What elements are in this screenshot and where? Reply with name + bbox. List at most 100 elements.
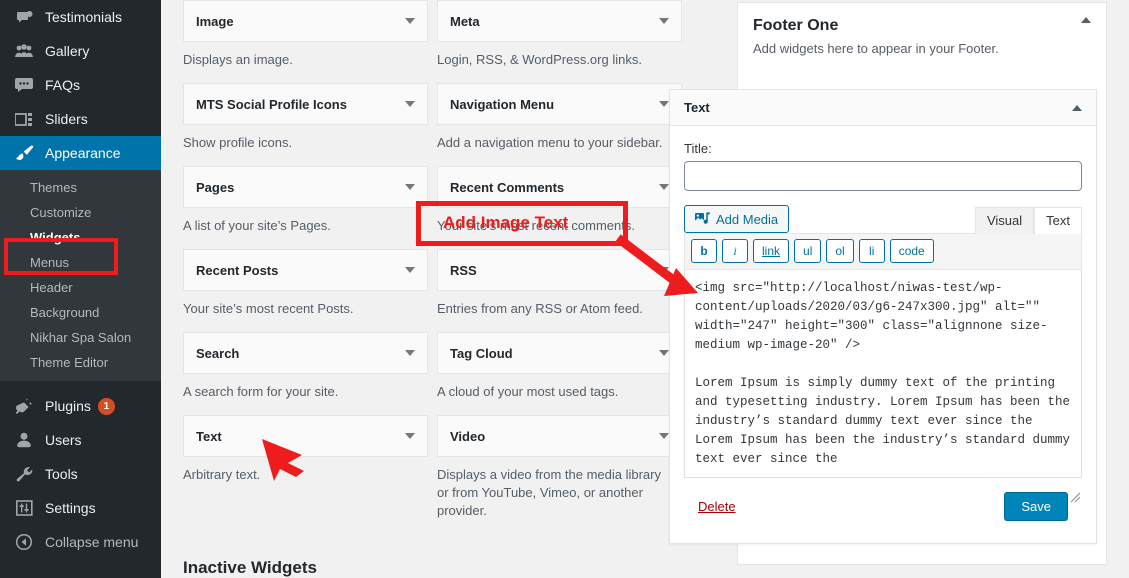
appearance-submenu: Themes Customize Widgets Menus Header Ba… (0, 170, 161, 381)
widget-card-description: Your site’s most recent comments. (437, 218, 635, 233)
submenu-item-header[interactable]: Header (0, 275, 161, 300)
tab-text[interactable]: Text (1034, 207, 1082, 234)
chevron-down-icon[interactable] (659, 184, 669, 190)
sidebar-item-label: Users (45, 432, 82, 448)
text-widget-panel: Text Title: Add Media Visual Text b i li… (669, 89, 1097, 544)
widget-card-image[interactable]: Image Displays an image. (183, 0, 428, 83)
text-widget-header-title: Text (684, 100, 710, 115)
footer-one-header[interactable]: Footer One Add widgets here to appear in… (738, 3, 1106, 56)
chevron-down-icon[interactable] (405, 184, 415, 190)
sidebar-item-label: Sliders (45, 111, 88, 127)
widget-card-title: Text (196, 428, 222, 444)
chevron-down-icon[interactable] (405, 350, 415, 356)
chevron-up-icon[interactable] (1081, 17, 1091, 23)
widget-card-header[interactable]: Image (183, 0, 428, 42)
widget-card-title: Navigation Menu (450, 96, 555, 112)
chevron-up-icon[interactable] (1072, 104, 1082, 111)
sidebar-item-faqs[interactable]: FAQs (0, 68, 161, 102)
sidebar-item-sliders[interactable]: Sliders (0, 102, 161, 136)
widget-content-textarea[interactable]: <img src="http://localhost/niwas-test/wp… (684, 270, 1082, 478)
sidebar-item-settings[interactable]: Settings (0, 491, 161, 525)
delete-widget-link[interactable]: Delete (698, 499, 736, 514)
widget-card-description: A cloud of your most used tags. (437, 384, 619, 399)
quicktag-link-button[interactable]: link (753, 239, 790, 263)
submenu-item-menus[interactable]: Menus (0, 250, 161, 275)
available-widgets-column-right: Meta Login, RSS, & WordPress.org links. … (437, 0, 682, 520)
chevron-down-icon[interactable] (405, 267, 415, 273)
quicktag-italic-button[interactable]: i (722, 239, 748, 263)
quicktag-ul-button[interactable]: ul (794, 239, 822, 263)
widget-card-meta[interactable]: Meta Login, RSS, & WordPress.org links. (437, 0, 682, 83)
collapse-arrow-icon (12, 532, 36, 552)
add-media-label: Add Media (716, 211, 779, 227)
sidebar-item-users[interactable]: Users (0, 423, 161, 457)
submenu-item-nikhar-spa-salon[interactable]: Nikhar Spa Salon (0, 325, 161, 350)
widget-card-description: Add a navigation menu to your sidebar. (437, 135, 663, 150)
sidebar-item-plugins[interactable]: Plugins 1 (0, 389, 161, 423)
sidebar-item-label: FAQs (45, 77, 81, 93)
available-widgets-grid: Image Displays an image. MTS Social Prof… (161, 0, 682, 578)
chevron-down-icon[interactable] (405, 433, 415, 439)
chevron-down-icon[interactable] (659, 433, 669, 439)
submenu-item-widgets[interactable]: Widgets (0, 225, 161, 250)
chevron-down-icon[interactable] (659, 350, 669, 356)
chevron-down-icon[interactable] (659, 267, 669, 273)
widget-card-recent-comments[interactable]: Recent Comments Your site’s most recent … (437, 166, 682, 249)
widget-card-header[interactable]: Navigation Menu (437, 83, 682, 125)
widget-card-description: Login, RSS, & WordPress.org links. (437, 52, 642, 67)
quicktag-ol-button[interactable]: ol (826, 239, 854, 263)
collapse-menu-button[interactable]: Collapse menu (0, 525, 161, 559)
quicktag-code-button[interactable]: code (889, 239, 934, 263)
widget-card-header[interactable]: Search (183, 332, 428, 374)
widget-card-text[interactable]: Text Arbitrary text. (183, 415, 428, 498)
sidebar-divider (0, 381, 161, 389)
submenu-item-themes[interactable]: Themes (0, 175, 161, 200)
widget-card-video[interactable]: Video Displays a video from the media li… (437, 415, 682, 520)
widget-card-header[interactable]: MTS Social Profile Icons (183, 83, 428, 125)
widget-card-header[interactable]: Pages (183, 166, 428, 208)
widget-card-description: A list of your site’s Pages. (183, 218, 331, 233)
widget-card-header[interactable]: Tag Cloud (437, 332, 682, 374)
available-widgets-column-left: Image Displays an image. MTS Social Prof… (183, 0, 428, 498)
widget-card-header[interactable]: Text (183, 415, 428, 457)
widget-card-header[interactable]: Meta (437, 0, 682, 42)
widget-card-navigation-menu[interactable]: Navigation Menu Add a navigation menu to… (437, 83, 682, 166)
sidebar-item-tools[interactable]: Tools (0, 457, 161, 491)
quicktag-bold-button[interactable]: b (691, 239, 717, 263)
widget-card-rss[interactable]: RSS Entries from any RSS or Atom feed. (437, 249, 682, 332)
text-widget-body: Title: Add Media Visual Text b i link ul… (670, 126, 1096, 521)
widget-card-header[interactable]: RSS (437, 249, 682, 291)
sidebar-item-label: Settings (45, 500, 96, 516)
chevron-down-icon[interactable] (405, 101, 415, 107)
sidebar-item-appearance[interactable]: Appearance (0, 136, 169, 170)
widget-card-description: Displays a video from the media library … (437, 467, 661, 518)
widget-card-title: Tag Cloud (450, 345, 513, 361)
sidebar-item-testimonials[interactable]: Testimonials (0, 0, 161, 34)
widget-card-recent-posts[interactable]: Recent Posts Your site’s most recent Pos… (183, 249, 428, 332)
submenu-item-customize[interactable]: Customize (0, 200, 161, 225)
widget-card-search[interactable]: Search A search form for your site. (183, 332, 428, 415)
widget-card-pages[interactable]: Pages A list of your site’s Pages. (183, 166, 428, 249)
quicktag-li-button[interactable]: li (858, 239, 885, 263)
widget-card-header[interactable]: Recent Comments (437, 166, 682, 208)
submenu-item-theme-editor[interactable]: Theme Editor (0, 350, 161, 375)
chevron-down-icon[interactable] (659, 18, 669, 24)
widget-card-description: Displays an image. (183, 52, 293, 67)
chevron-down-icon[interactable] (405, 18, 415, 24)
media-icon (695, 212, 710, 226)
widget-card-title: RSS (450, 262, 477, 278)
widget-card-header[interactable]: Video (437, 415, 682, 457)
widget-title-input[interactable] (684, 161, 1082, 191)
chevron-down-icon[interactable] (659, 101, 669, 107)
widget-card-mts-social-profile-icons[interactable]: MTS Social Profile Icons Show profile ic… (183, 83, 428, 166)
add-media-button[interactable]: Add Media (684, 205, 790, 233)
save-button[interactable]: Save (1004, 492, 1068, 521)
admin-sidebar: Testimonials Gallery FAQs Sliders Appear… (0, 0, 169, 578)
widget-card-tag-cloud[interactable]: Tag Cloud A cloud of your most used tags… (437, 332, 682, 415)
tab-visual[interactable]: Visual (974, 207, 1035, 234)
inactive-widgets-heading: Inactive Widgets (183, 558, 317, 577)
sidebar-item-gallery[interactable]: Gallery (0, 34, 161, 68)
submenu-item-background[interactable]: Background (0, 300, 161, 325)
text-widget-header[interactable]: Text (670, 90, 1096, 126)
widget-card-header[interactable]: Recent Posts (183, 249, 428, 291)
